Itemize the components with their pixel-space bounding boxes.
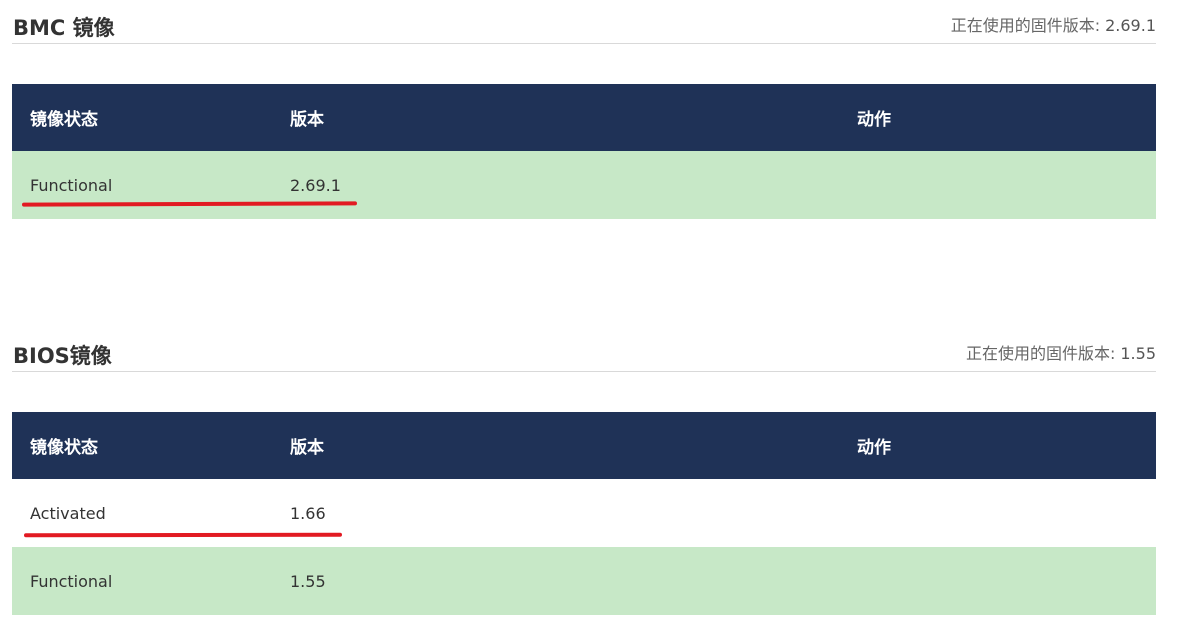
bmc-row-action	[839, 151, 1156, 219]
bios-table-header-row: 镜像状态 版本 动作	[12, 412, 1156, 479]
bmc-running-firmware-version: 正在使用的固件版本: 2.69.1	[951, 12, 1156, 36]
bmc-image-table: 镜像状态 版本 动作 Functional 2.69.1	[12, 84, 1156, 219]
bios-row-2-status: Functional	[12, 547, 272, 615]
bios-section-header: BIOS镜像 正在使用的固件版本: 1.55	[12, 328, 1156, 372]
bios-col-version-header: 版本	[272, 412, 839, 479]
bios-row-2-version: 1.55	[272, 547, 839, 615]
bios-annotation-underline	[23, 532, 343, 538]
bmc-col-status-header: 镜像状态	[12, 84, 272, 151]
bios-col-action-header: 动作	[839, 412, 1156, 479]
bios-fw-value: 1.55	[1120, 344, 1156, 363]
bmc-section-header: BMC 镜像 正在使用的固件版本: 2.69.1	[12, 0, 1156, 44]
bmc-row-status: Functional	[12, 151, 272, 219]
bios-section-title: BIOS镜像	[13, 344, 112, 368]
bmc-image-section: BMC 镜像 正在使用的固件版本: 2.69.1 镜像状态 版本 动作 Funct…	[12, 0, 1156, 219]
bios-row-1-version: 1.66	[272, 479, 839, 547]
bios-running-firmware-version: 正在使用的固件版本: 1.55	[966, 340, 1156, 364]
table-row: Functional 2.69.1	[12, 151, 1156, 219]
bmc-section-title: BMC 镜像	[13, 16, 115, 40]
bios-row-2-action	[839, 547, 1156, 615]
bmc-fw-value: 2.69.1	[1105, 16, 1156, 35]
bmc-table-header-row: 镜像状态 版本 动作	[12, 84, 1156, 151]
bios-image-table: 镜像状态 版本 动作 Activated 1.66 Functional 1.5…	[12, 412, 1156, 615]
bios-image-section: BIOS镜像 正在使用的固件版本: 1.55 镜像状态 版本 动作 Activat…	[12, 328, 1156, 615]
table-row: Functional 1.55	[12, 547, 1156, 615]
bios-row-1-action	[839, 479, 1156, 547]
bmc-col-action-header: 动作	[839, 84, 1156, 151]
bmc-col-version-header: 版本	[272, 84, 839, 151]
bmc-row-version: 2.69.1	[272, 151, 839, 219]
bios-col-status-header: 镜像状态	[12, 412, 272, 479]
bmc-fw-label: 正在使用的固件版本:	[950, 16, 1101, 35]
bios-fw-label: 正在使用的固件版本:	[965, 344, 1116, 363]
